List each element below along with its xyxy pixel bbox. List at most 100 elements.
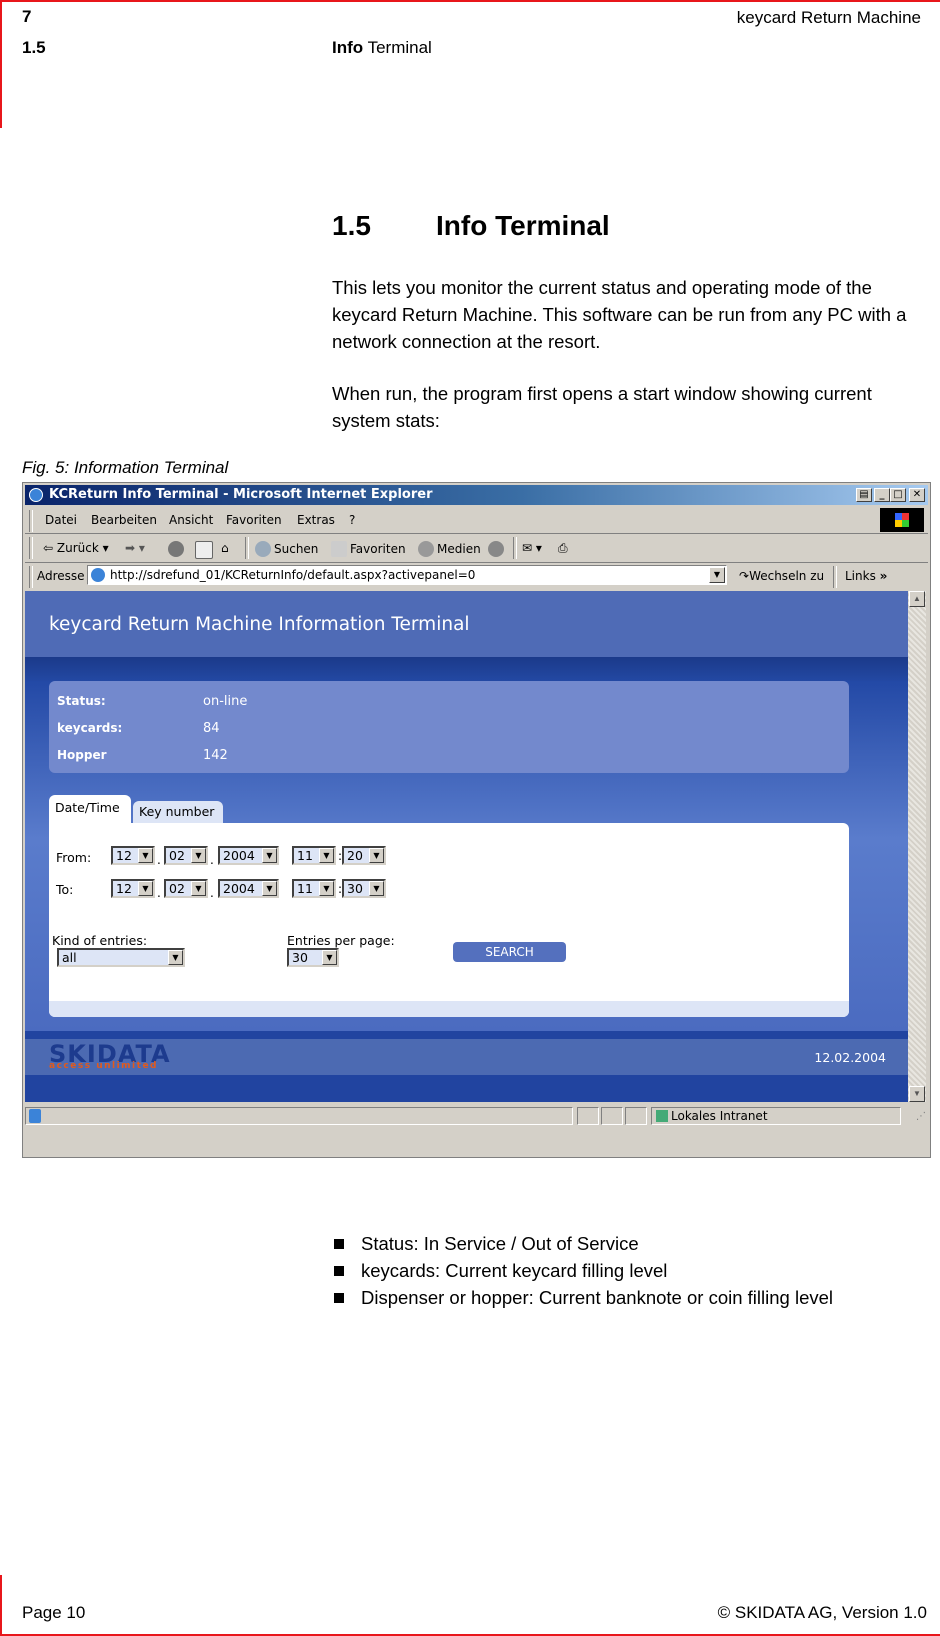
chevron-down-icon[interactable]: ▼ <box>262 848 277 863</box>
chevron-down-icon[interactable]: ▼ <box>191 848 206 863</box>
running-section-title: Info Terminal <box>332 38 432 58</box>
stop-button[interactable] <box>168 541 187 557</box>
page-number: Page 10 <box>22 1603 86 1622</box>
home-button[interactable]: ⌂ <box>221 541 229 555</box>
menu-bearbeiten[interactable]: Bearbeiten <box>91 513 157 527</box>
left-rule-top <box>0 0 2 128</box>
tab-key-number[interactable]: Key number <box>133 801 223 825</box>
address-input[interactable]: http://sdrefund_01/KCReturnInfo/default.… <box>87 565 727 585</box>
menu-help[interactable]: ? <box>349 513 355 527</box>
search-button[interactable]: Suchen <box>255 541 318 557</box>
chevron-down-icon[interactable]: ▼ <box>319 848 334 863</box>
chevron-down-icon[interactable]: ▼ <box>168 950 183 965</box>
refresh-button[interactable] <box>195 541 216 559</box>
scroll-up-icon[interactable]: ▲ <box>909 591 925 607</box>
chevron-down-icon[interactable]: ▼ <box>138 848 153 863</box>
back-arrow-icon: ⇦ <box>43 541 54 555</box>
chevron-more-icon: » <box>879 569 888 583</box>
entries-per-page-label: Entries per page: <box>287 933 395 948</box>
address-url: http://sdrefund_01/KCReturnInfo/default.… <box>110 568 476 582</box>
menu-datei[interactable]: Datei <box>45 513 77 527</box>
standard-toolbar: ⇦ Zurück ▾ ➡ ▾ ⌂ Suchen Favoriten Medien… <box>25 534 928 563</box>
chevron-down-icon[interactable]: ▼ <box>369 848 384 863</box>
print-icon[interactable]: ▤ <box>856 488 872 502</box>
media-button[interactable]: Medien <box>418 541 481 557</box>
tab-date-time[interactable]: Date/Time <box>49 795 131 825</box>
chevron-down-icon[interactable]: ▼ <box>322 950 337 965</box>
address-label: Adresse <box>37 569 85 583</box>
to-month-select[interactable]: 02 ▼ <box>164 879 208 898</box>
from-month-select[interactable]: 02 ▼ <box>164 846 208 865</box>
figure-caption: Fig. 5: Information Terminal <box>22 458 229 477</box>
minimize-button[interactable]: _ <box>874 488 890 502</box>
status-cell <box>577 1107 599 1125</box>
to-day-select[interactable]: 12 ▼ <box>111 879 155 898</box>
status-row: Status: on-line <box>57 694 247 709</box>
menu-favoriten[interactable]: Favoriten <box>226 513 282 527</box>
chevron-down-icon[interactable]: ▼ <box>369 881 384 896</box>
date-time-panel: From: 12 ▼ . 02 ▼ . 2004 ▼ 11 ▼ : 20 ▼ To: 12… <box>49 823 849 1017</box>
toolbar-grip[interactable] <box>29 566 33 588</box>
chevron-down-icon[interactable]: ▼ <box>138 881 153 896</box>
chevron-down-icon[interactable]: ▼ <box>262 881 277 896</box>
bullet-square-icon <box>334 1266 344 1276</box>
history-button[interactable] <box>488 541 507 557</box>
resize-grip-icon[interactable]: ⋰ <box>916 1111 926 1122</box>
keycards-value: 84 <box>203 721 220 736</box>
media-icon <box>418 541 434 557</box>
copyright: © SKIDATA AG, Version 1.0 <box>717 1603 927 1622</box>
date-separator: . <box>210 886 214 900</box>
scroll-down-icon[interactable]: ▼ <box>909 1086 925 1102</box>
from-year-select[interactable]: 2004 ▼ <box>218 846 279 865</box>
hopper-value: 142 <box>203 748 228 763</box>
links-button[interactable]: Links » <box>845 569 887 583</box>
to-minute-select[interactable]: 30 ▼ <box>342 879 386 898</box>
left-rule-bottom <box>0 1575 2 1636</box>
from-label: From: <box>56 850 92 865</box>
menu-ansicht[interactable]: Ansicht <box>169 513 213 527</box>
chevron-down-icon[interactable]: ▼ <box>319 881 334 896</box>
toolbar-grip[interactable] <box>833 566 837 588</box>
from-hour-select[interactable]: 11 ▼ <box>292 846 336 865</box>
logo-tagline: access unlimited <box>49 1061 158 1071</box>
print-button[interactable]: ⎙ <box>558 541 568 556</box>
page-icon <box>91 568 105 582</box>
status-panel: Status: on-line keycards: 84 Hopper 142 <box>49 681 849 773</box>
entries-per-page-select[interactable]: 30 ▼ <box>287 948 339 967</box>
toolbar-grip[interactable] <box>29 537 33 559</box>
chevron-down-icon[interactable]: ▼ <box>191 881 206 896</box>
hopper-label: Hopper <box>57 748 107 762</box>
menu-extras[interactable]: Extras <box>297 513 335 527</box>
title-bar: KCReturn Info Terminal - Microsoft Inter… <box>25 485 928 505</box>
search-icon <box>255 541 271 557</box>
kind-of-entries-select[interactable]: all ▼ <box>57 948 185 967</box>
back-button[interactable]: ⇦ Zurück ▾ <box>43 541 109 555</box>
feature-list: Status: In Service / Out of Service keyc… <box>332 1230 833 1311</box>
page-status-icon <box>29 1109 41 1123</box>
status-value: on-line <box>203 694 248 709</box>
section-title-rest: Terminal <box>363 38 432 57</box>
toolbar-grip[interactable] <box>29 510 33 532</box>
mail-button[interactable]: ✉ ▾ <box>522 541 542 555</box>
date-separator: . <box>157 853 161 867</box>
close-button[interactable]: ✕ <box>909 488 925 502</box>
address-dropdown-icon[interactable]: ▼ <box>709 567 725 583</box>
chapter-number: 7 <box>22 7 32 26</box>
forward-button[interactable]: ➡ ▾ <box>125 541 145 555</box>
from-minute-select[interactable]: 20 ▼ <box>342 846 386 865</box>
favorites-button[interactable]: Favoriten <box>331 541 406 557</box>
go-button[interactable]: ↷Wechseln zu <box>739 569 824 583</box>
vertical-scrollbar[interactable]: ▲ ▼ <box>908 591 926 1102</box>
to-hour-select[interactable]: 11 ▼ <box>292 879 336 898</box>
to-year-select[interactable]: 2004 ▼ <box>218 879 279 898</box>
from-day-select[interactable]: 12 ▼ <box>111 846 155 865</box>
section-heading: 1.5 Info Terminal <box>332 210 610 242</box>
refresh-icon <box>195 541 213 559</box>
maximize-button[interactable]: □ <box>890 488 906 502</box>
skidata-logo: SKIDATA access unlimited <box>49 1039 171 1071</box>
search-submit-button[interactable]: SEARCH <box>453 942 566 962</box>
bullet-square-icon <box>334 1293 344 1303</box>
paragraph: This lets you monitor the current status… <box>332 277 907 352</box>
address-bar: Adresse http://sdrefund_01/KCReturnInfo/… <box>25 563 928 589</box>
hopper-row: Hopper 142 <box>57 748 228 763</box>
